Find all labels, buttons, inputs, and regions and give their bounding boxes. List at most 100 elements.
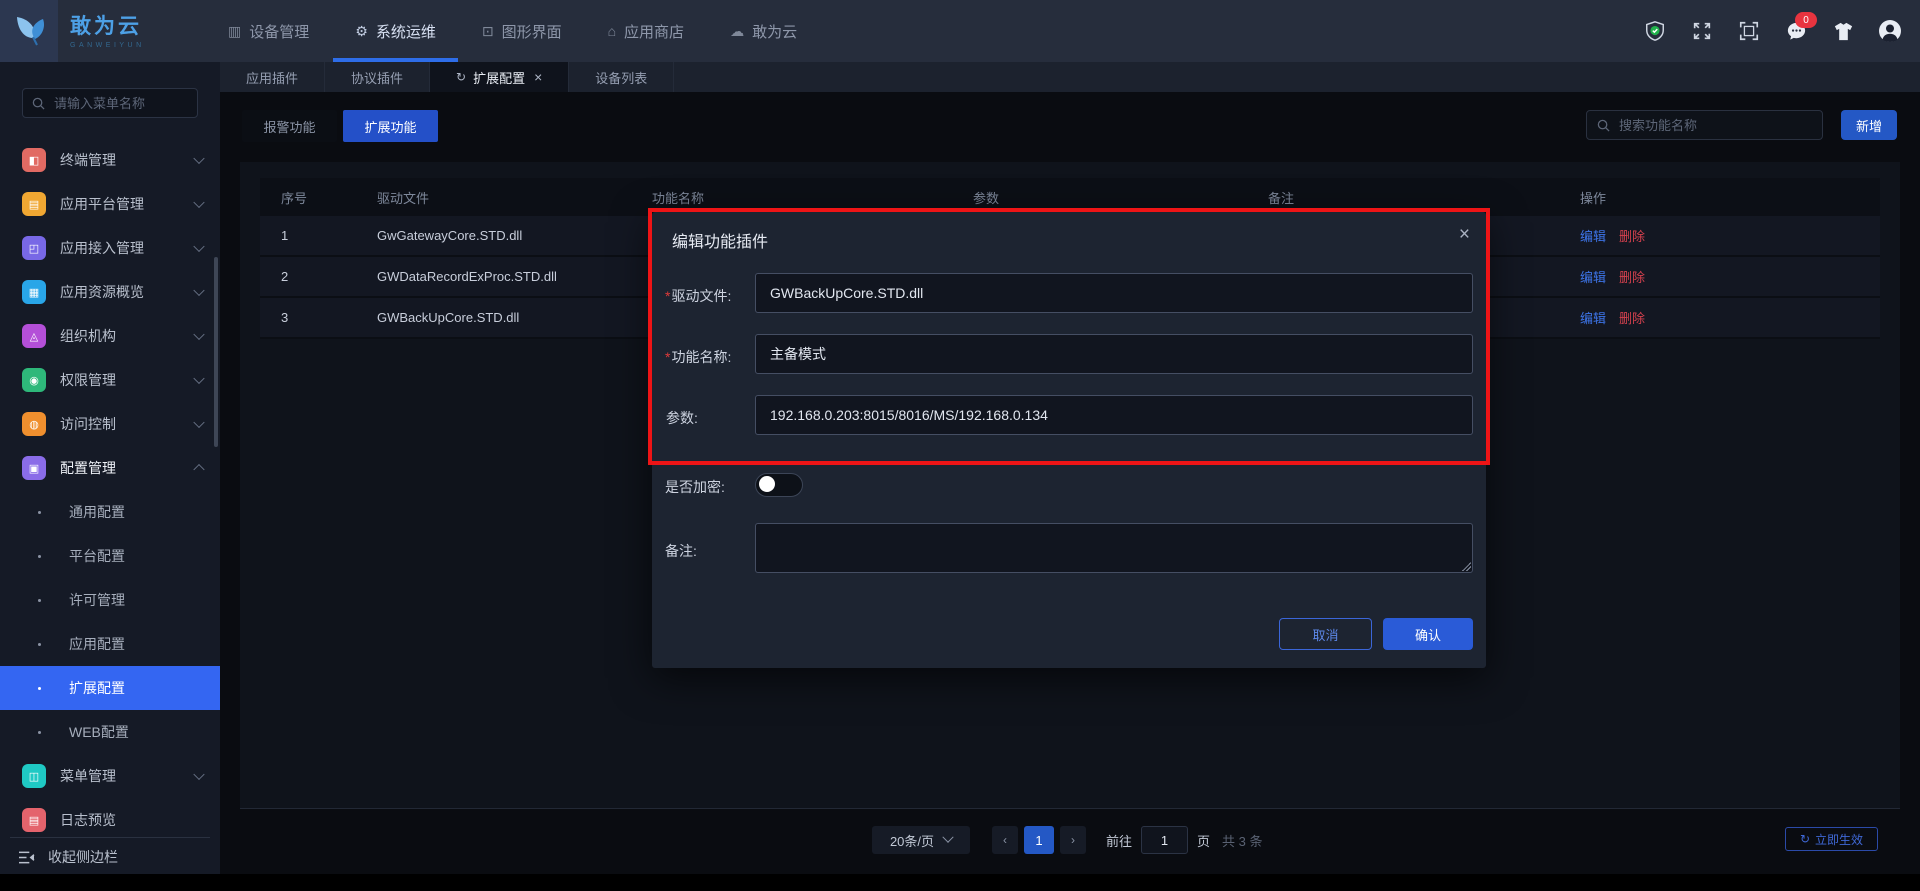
delete-link[interactable]: 删除 — [1619, 229, 1645, 244]
sidebar-search[interactable] — [22, 88, 198, 118]
sidebar-subitem-label: WEB配置 — [69, 724, 129, 740]
nav-item-label: 敢为云 — [752, 23, 798, 41]
modal-close-icon[interactable]: × — [1459, 224, 1470, 246]
sidebar-item-1[interactable]: ▤ 应用平台管理 — [0, 182, 220, 226]
delete-link[interactable]: 删除 — [1619, 311, 1645, 326]
extend-function-button[interactable]: 扩展功能 — [343, 110, 438, 142]
screenshot-frame-icon[interactable] — [1737, 19, 1761, 43]
edit-link[interactable]: 编辑 — [1580, 270, 1606, 285]
sidebar-subitem-7-1[interactable]: 平台配置 — [0, 534, 220, 578]
nav-item-1[interactable]: ⚙ 系统运维 — [333, 0, 458, 62]
goto-page-input[interactable] — [1141, 826, 1189, 854]
sidebar-item-0[interactable]: ◧ 终端管理 — [0, 138, 220, 182]
table-header-cell: 备注 — [1268, 190, 1295, 206]
page-unit-label: 页 — [1197, 833, 1211, 849]
sidebar-subitem-7-0[interactable]: 通用配置 — [0, 490, 220, 534]
add-button[interactable]: 新增 — [1841, 110, 1897, 140]
goto-label: 前往 — [1106, 833, 1133, 849]
sidebar-item-2[interactable]: ◰ 应用接入管理 — [0, 226, 220, 270]
apply-now-button[interactable]: ↻ 立即生效 — [1785, 827, 1878, 851]
sidebar-subitem-7-5[interactable]: WEB配置 — [0, 710, 220, 754]
app-resource-icon: ▦ — [22, 280, 46, 304]
page-size-select[interactable]: 20条/页 — [872, 826, 970, 854]
message-icon[interactable]: 0 — [1784, 12, 1817, 43]
chevron-down-icon — [193, 768, 205, 781]
sidebar-item-5[interactable]: ◉ 权限管理 — [0, 358, 220, 402]
config-management-icon: ▣ — [22, 456, 46, 480]
driver-file-label: *驱动文件: — [665, 288, 732, 304]
sidebar-item-label: 组织机构 — [60, 328, 116, 344]
tab-3[interactable]: 设备列表 — [569, 62, 675, 92]
chevron-down-icon — [193, 416, 205, 429]
edit-link[interactable]: 编辑 — [1580, 311, 1606, 326]
collapse-sidebar-button[interactable]: 收起侧边栏 — [0, 840, 220, 874]
sidebar-item-4[interactable]: ◬ 组织机构 — [0, 314, 220, 358]
params-input[interactable] — [755, 395, 1473, 435]
nav-item-2[interactable]: ⊡ 图形界面 — [482, 0, 562, 62]
app-platform-icon: ▤ — [22, 192, 46, 216]
bullet-dot — [38, 642, 41, 646]
store-icon: ⌂ — [607, 23, 617, 39]
collapse-sidebar-icon — [19, 851, 35, 863]
sidebar-subitem-7-3[interactable]: 应用配置 — [0, 622, 220, 666]
current-page-button[interactable]: 1 — [1024, 826, 1054, 854]
function-name-input[interactable] — [755, 334, 1473, 374]
fullscreen-expand-icon[interactable] — [1690, 19, 1714, 43]
edit-link[interactable]: 编辑 — [1580, 229, 1606, 244]
access-control-icon: ◍ — [22, 412, 46, 436]
sidebar-menu: ◧ 终端管理 ▤ 应用平台管理 ◰ 应用接入管理 ▦ 应用资源概览 ◬ 组织机构 ◉ 权限管理 ◍ 访问控… — [0, 138, 220, 842]
tab-label: 设备列表 — [595, 70, 648, 86]
driver-file-input[interactable] — [755, 273, 1473, 313]
sidebar-subitem-7-4[interactable]: 扩展配置 — [0, 666, 220, 710]
navbar-menu: ▥ 设备管理 ⚙ 系统运维 ⊡ 图形界面 ⌂ 应用商店 ☁ 敢为云 — [228, 0, 797, 62]
bullet-dot — [38, 510, 41, 514]
theme-shirt-icon[interactable] — [1831, 19, 1855, 43]
sidebar-item-label: 日志预览 — [60, 812, 116, 828]
sidebar-subitem-label: 扩展配置 — [69, 680, 125, 696]
bullet-dot — [38, 598, 41, 602]
tab-0[interactable]: 应用插件 — [220, 62, 326, 92]
sidebar-item-9[interactable]: ▤ 日志预览 — [0, 798, 220, 842]
sidebar-item-label: 应用接入管理 — [60, 240, 144, 256]
security-shield-icon[interactable] — [1643, 19, 1667, 43]
next-page-button[interactable]: › — [1060, 826, 1086, 854]
tab-2[interactable]: ↻ 扩展配置 × — [430, 62, 570, 92]
sidebar-item-6[interactable]: ◍ 访问控制 — [0, 402, 220, 446]
function-search-input[interactable] — [1617, 116, 1812, 134]
user-avatar[interactable] — [1878, 19, 1902, 43]
params-label: 参数: — [666, 410, 698, 426]
tab-label: 协议插件 — [351, 70, 404, 86]
nav-item-4[interactable]: ☁ 敢为云 — [730, 0, 797, 62]
tab-1[interactable]: 协议插件 — [325, 62, 431, 92]
encrypt-toggle[interactable] — [755, 473, 803, 497]
nav-item-label: 图形界面 — [501, 23, 562, 41]
nav-item-label: 应用商店 — [624, 23, 685, 41]
confirm-button[interactable]: 确认 — [1383, 618, 1473, 650]
sidebar-item-7[interactable]: ▣ 配置管理 — [0, 446, 220, 490]
cell-actions: 编辑 删除 — [1580, 308, 1880, 327]
app-root: 敢为云 GANWEIYUN ▥ 设备管理 ⚙ 系统运维 ⊡ 图形界面 ⌂ 应用商店 ☁ 敢为云 0 — [0, 0, 1920, 891]
sidebar-item-8[interactable]: ◫ 菜单管理 — [0, 754, 220, 798]
cloud-icon: ☁ — [730, 22, 745, 39]
sidebar-item-3[interactable]: ▦ 应用资源概览 — [0, 270, 220, 314]
alarm-function-button[interactable]: 报警功能 — [242, 110, 337, 142]
tab-refresh-icon[interactable]: ↻ — [456, 70, 466, 84]
collapse-sidebar-label: 收起侧边栏 — [48, 849, 118, 865]
pagination: 20条/页 ‹ 1 › 前往 页 共 3 条 — [872, 826, 1263, 854]
cancel-button[interactable]: 取消 — [1279, 618, 1372, 650]
top-navbar: 敢为云 GANWEIYUN ▥ 设备管理 ⚙ 系统运维 ⊡ 图形界面 ⌂ 应用商店 ☁ 敢为云 0 — [0, 0, 1920, 62]
prev-page-button[interactable]: ‹ — [992, 826, 1018, 854]
delete-link[interactable]: 删除 — [1619, 270, 1645, 285]
sidebar-scrollbar[interactable] — [214, 257, 218, 447]
nav-item-0[interactable]: ▥ 设备管理 — [228, 0, 309, 62]
sidebar-subitem-7-2[interactable]: 许可管理 — [0, 578, 220, 622]
nav-item-3[interactable]: ⌂ 应用商店 — [608, 0, 684, 62]
function-search[interactable] — [1586, 110, 1823, 140]
note-textarea[interactable] — [755, 523, 1473, 573]
sidebar-search-input[interactable] — [52, 94, 188, 112]
cell-index: 2 — [281, 269, 289, 284]
brand-subtitle: GANWEIYUN — [70, 42, 145, 49]
nav-item-label: 系统运维 — [375, 23, 436, 41]
tab-close-icon[interactable]: × — [534, 69, 542, 85]
message-badge: 0 — [1795, 12, 1817, 28]
